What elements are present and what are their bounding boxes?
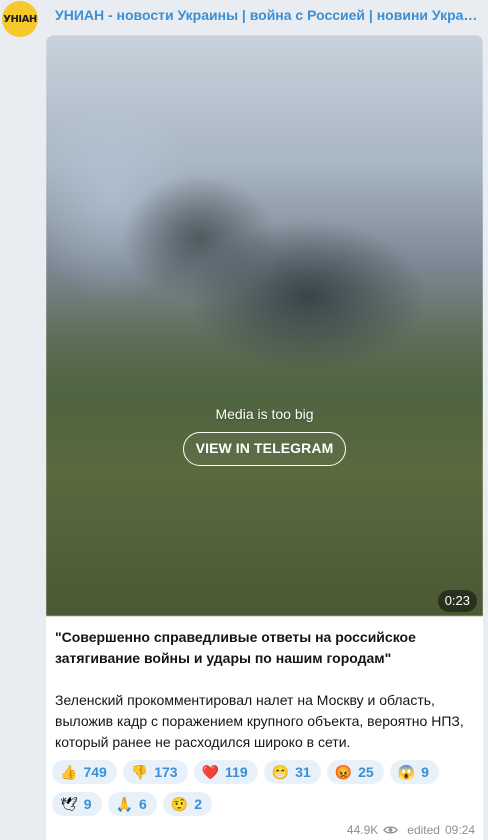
channel-title[interactable]: УНИАН - новости Украины | война с Россие…	[55, 7, 479, 23]
reaction-thumbs-up[interactable]: 👍 749	[52, 760, 117, 784]
thumbs-down-icon: 👎	[130, 764, 149, 780]
thumbs-up-icon: 👍	[60, 764, 78, 780]
message-time: 09:24	[444, 823, 475, 837]
heart-icon: ❤️	[201, 764, 220, 780]
post-body: Зеленский прокомментировал налет на Моск…	[55, 692, 464, 750]
reactions-bar: 👍 749 👎 173 ❤️ 119 😁 31 😡 25 😱 9 🕊 9 🙏 6…	[52, 760, 477, 816]
avatar-logo-text: УНІАН	[3, 13, 37, 25]
post-headline: "Совершенно справедливые ответы на росси…	[55, 629, 416, 666]
reaction-count: 119	[225, 764, 248, 780]
praying-hands-icon: 🙏	[115, 796, 134, 812]
reaction-raised-eyebrow[interactable]: 🤨 2	[162, 792, 213, 816]
reaction-dove[interactable]: 🕊 9	[52, 792, 102, 816]
reaction-grin[interactable]: 😁 31	[263, 760, 321, 784]
reaction-heart[interactable]: ❤️ 119	[193, 760, 258, 784]
media-too-big-message: Media is too big	[215, 405, 314, 422]
eye-icon	[383, 826, 399, 834]
screaming-face-icon: 😱	[397, 764, 416, 780]
reaction-count: 749	[83, 764, 107, 780]
view-count: 44.9K	[346, 823, 379, 837]
reaction-count: 2	[194, 796, 203, 812]
reaction-scream[interactable]: 😱 9	[389, 760, 439, 784]
edited-label: edited	[407, 823, 440, 837]
raised-eyebrow-face-icon: 🤨	[170, 796, 189, 812]
angry-face-icon: 😡	[334, 764, 353, 780]
reaction-thumbs-down[interactable]: 👎 173	[122, 760, 188, 784]
message-bubble: Media is too big VIEW IN TELEGRAM 0:23 "…	[46, 35, 483, 840]
message-footer: 44.9K edited 09:24	[347, 823, 475, 837]
reaction-count: 173	[154, 764, 178, 780]
video-duration: 0:23	[437, 590, 477, 612]
reaction-count: 9	[421, 764, 429, 780]
channel-avatar[interactable]: УНІАН	[2, 1, 38, 37]
post-text: "Совершенно справедливые ответы на росси…	[55, 627, 475, 753]
reaction-count: 6	[139, 796, 147, 812]
reaction-count: 9	[83, 796, 92, 812]
dove-icon: 🕊	[60, 796, 78, 812]
reaction-count: 31	[295, 764, 311, 780]
view-in-telegram-button[interactable]: VIEW IN TELEGRAM	[182, 431, 347, 466]
reaction-pray[interactable]: 🙏 6	[107, 792, 157, 816]
grin-face-icon: 😁	[271, 764, 290, 780]
reaction-angry[interactable]: 😡 25	[326, 760, 384, 784]
reaction-count: 25	[358, 764, 374, 780]
